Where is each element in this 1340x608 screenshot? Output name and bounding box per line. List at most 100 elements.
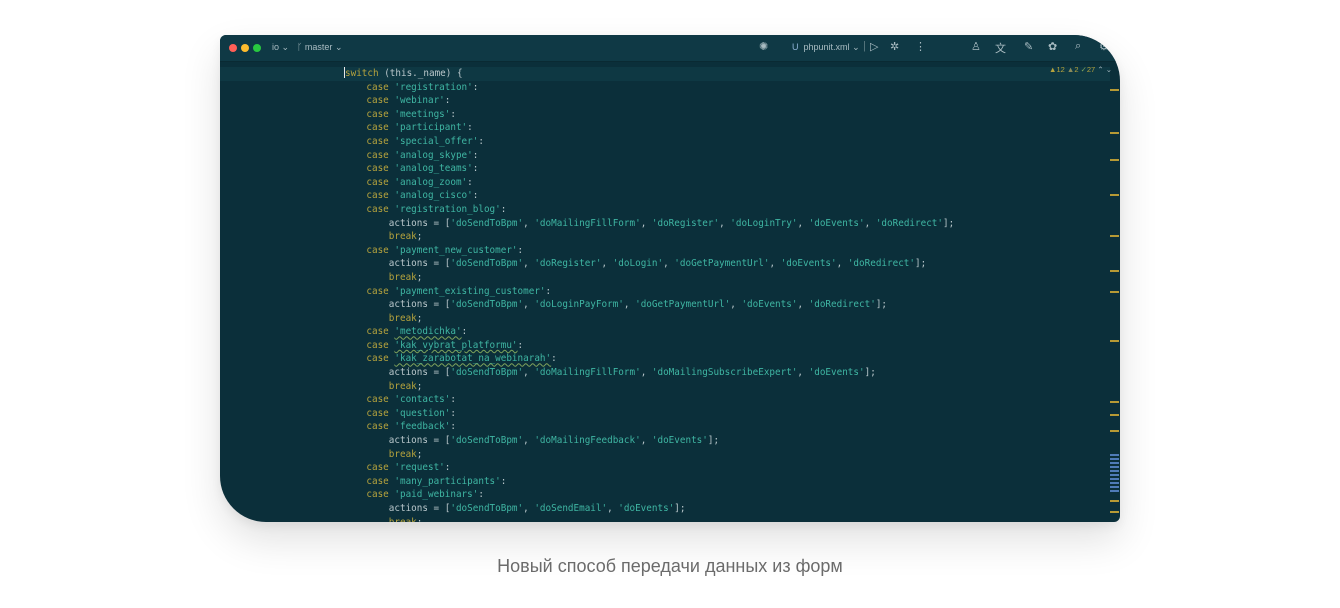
- bug-icon[interactable]: ✺: [759, 40, 768, 53]
- window-controls: [229, 44, 261, 52]
- debug-icon[interactable]: ✲: [890, 40, 899, 53]
- stripe-mark[interactable]: [1110, 159, 1119, 161]
- code-line[interactable]: break;: [344, 271, 954, 285]
- code-keyword: break: [388, 380, 417, 392]
- stripe-mark[interactable]: [1110, 89, 1119, 91]
- stripe-mark[interactable]: [1110, 500, 1119, 502]
- code-line[interactable]: case 'participant':: [344, 121, 954, 135]
- stripe-mark[interactable]: [1110, 454, 1119, 456]
- stripe-mark[interactable]: [1110, 414, 1119, 416]
- code-text: :: [500, 475, 507, 487]
- plugin-icon[interactable]: ✿: [1048, 40, 1057, 53]
- code-text: :: [500, 203, 507, 215]
- maximize-window-button[interactable]: [253, 44, 261, 52]
- code-line[interactable]: case 'webinar':: [344, 94, 954, 108]
- stripe-mark[interactable]: [1110, 430, 1119, 432]
- code-line[interactable]: case 'registration_blog':: [344, 203, 954, 217]
- stripe-mark[interactable]: [1110, 470, 1119, 472]
- code-text: :: [472, 163, 479, 175]
- stripe-mark[interactable]: [1110, 458, 1119, 460]
- code-line[interactable]: case 'feedback':: [344, 420, 954, 434]
- code-line[interactable]: case 'analog_cisco':: [344, 189, 954, 203]
- code-line[interactable]: case 'registration':: [344, 81, 954, 95]
- code-line[interactable]: case 'kak_vybrat_platformu':: [344, 339, 954, 353]
- profile-icon[interactable]: ♙: [971, 40, 981, 53]
- chevron-up-icon[interactable]: ⌃: [1097, 65, 1103, 74]
- code-line[interactable]: case 'question':: [344, 407, 954, 421]
- code-line[interactable]: break;: [344, 312, 954, 326]
- code-text: actions = [: [344, 367, 451, 379]
- code-line[interactable]: case 'payment_existing_customer':: [344, 285, 954, 299]
- code-line[interactable]: break;: [344, 448, 954, 462]
- run-config-selector[interactable]: U phpunit.xml ⌄: [792, 42, 860, 53]
- code-text: ,: [769, 258, 781, 270]
- code-line[interactable]: case 'meetings':: [344, 108, 954, 122]
- code-content[interactable]: switch (this._name) { case 'registration…: [344, 67, 954, 522]
- close-window-button[interactable]: [229, 44, 237, 52]
- code-text: :: [467, 176, 473, 188]
- code-keyword: case: [366, 122, 389, 134]
- code-line[interactable]: case 'payment_new_customer':: [344, 244, 954, 258]
- stripe-mark[interactable]: [1110, 132, 1119, 134]
- minimize-window-button[interactable]: [241, 44, 249, 52]
- code-line[interactable]: break;: [344, 516, 954, 522]
- code-line[interactable]: actions = ['doSendToBpm', 'doRegister', …: [344, 257, 954, 271]
- code-line[interactable]: case 'analog_skype':: [344, 149, 954, 163]
- code-line[interactable]: actions = ['doSendToBpm', 'doMailingFill…: [344, 217, 954, 231]
- code-keyword: case: [366, 108, 389, 120]
- stripe-mark[interactable]: [1110, 291, 1119, 293]
- code-line[interactable]: actions = ['doSendToBpm', 'doSendEmail',…: [344, 502, 954, 516]
- code-line[interactable]: break;: [344, 380, 954, 394]
- code-line[interactable]: case 'kak_zarabotat_na_webinarah':: [344, 352, 954, 366]
- branch-selector[interactable]: ᚴ master ⌄: [297, 42, 343, 53]
- settings-icon[interactable]: ⚙: [1099, 40, 1109, 53]
- stripe-mark[interactable]: [1110, 490, 1119, 492]
- stripe-mark[interactable]: [1110, 194, 1119, 196]
- stripe-mark[interactable]: [1110, 340, 1119, 342]
- stripe-mark[interactable]: [1110, 511, 1119, 513]
- code-string: 'registration': [394, 81, 473, 93]
- search-icon[interactable]: ⌕: [1075, 40, 1081, 53]
- stripe-mark[interactable]: [1110, 478, 1119, 480]
- stripe-mark[interactable]: [1110, 466, 1119, 468]
- code-line[interactable]: case 'many_participants':: [344, 475, 954, 489]
- run-icon[interactable]: ▷: [870, 40, 878, 53]
- code-line[interactable]: break;: [344, 230, 954, 244]
- code-text: actions = [: [344, 258, 451, 270]
- code-string: 'doEvents': [808, 217, 865, 229]
- inspection-widget[interactable]: ▲12 ▲2 ✓27 ⌃ ⌄: [1049, 65, 1112, 74]
- ai-icon[interactable]: ✎: [1024, 40, 1033, 53]
- code-keyword: break: [388, 271, 417, 283]
- code-line[interactable]: actions = ['doSendToBpm', 'doMailingFeed…: [344, 434, 954, 448]
- run-config-prefix: U: [792, 42, 799, 52]
- code-line[interactable]: case 'special_offer':: [344, 135, 954, 149]
- stripe-mark[interactable]: [1110, 482, 1119, 484]
- stripe-mark[interactable]: [1110, 474, 1119, 476]
- code-line[interactable]: actions = ['doSendToBpm', 'doMailingFill…: [344, 366, 954, 380]
- more-icon[interactable]: ⋮: [915, 40, 926, 53]
- stripe-mark[interactable]: [1110, 486, 1119, 488]
- stripe-mark[interactable]: [1110, 401, 1119, 403]
- translate-icon[interactable]: 文: [995, 40, 1006, 56]
- code-line[interactable]: case 'request':: [344, 461, 954, 475]
- code-string: 'doMailingSubscribeExpert': [651, 367, 798, 379]
- code-line[interactable]: switch (this._name) {: [344, 67, 954, 81]
- code-line[interactable]: case 'metodichka':: [344, 325, 954, 339]
- code-editor[interactable]: ▲12 ▲2 ✓27 ⌃ ⌄ switch (this._name) { cas…: [220, 62, 1120, 522]
- code-line[interactable]: case 'analog_teams':: [344, 162, 954, 176]
- stripe-mark[interactable]: [1110, 235, 1119, 237]
- code-line[interactable]: case 'contacts':: [344, 393, 954, 407]
- stripe-mark[interactable]: [1110, 270, 1119, 272]
- code-line[interactable]: case 'analog_zoom':: [344, 176, 954, 190]
- code-line[interactable]: actions = ['doSendToBpm', 'doLoginPayFor…: [344, 298, 954, 312]
- stripe-mark[interactable]: [1110, 462, 1119, 464]
- code-line[interactable]: case 'paid_webinars':: [344, 488, 954, 502]
- project-selector[interactable]: io ⌄: [272, 42, 289, 53]
- error-stripe[interactable]: [1110, 62, 1120, 522]
